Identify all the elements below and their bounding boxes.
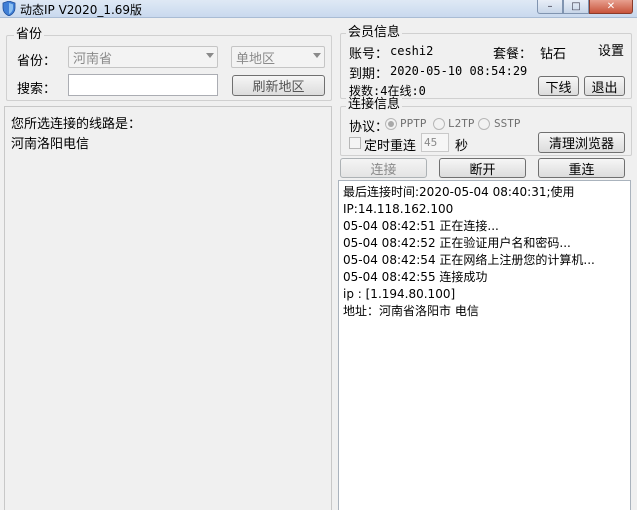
exit-button-label: 退出 bbox=[591, 80, 618, 96]
log-line: 05-04 08:42:55 连接成功 bbox=[343, 270, 488, 284]
protocol-radio-l2tp[interactable] bbox=[433, 118, 445, 130]
reconnect-button-label: 重连 bbox=[568, 162, 595, 178]
log-line: 05-04 08:42:52 正在验证用户名和密码... bbox=[343, 236, 571, 250]
exit-button[interactable]: 退出 bbox=[584, 76, 625, 96]
chevron-down-icon bbox=[206, 53, 214, 58]
log-line: ip : [1.194.80.100] bbox=[343, 287, 456, 301]
log-line: 地址：河南省洛阳市 电信 bbox=[343, 304, 479, 318]
settings-link[interactable]: 设置 bbox=[598, 40, 624, 59]
log-line: 05-04 08:42:54 正在网络上注册您的计算机... bbox=[343, 253, 595, 267]
title-bar[interactable]: 动态IP V2020_1.69版 – □ ✕ bbox=[0, 0, 637, 18]
maximize-icon: □ bbox=[571, 1, 581, 12]
account-label: 账号： bbox=[349, 47, 389, 62]
minimize-button[interactable]: – bbox=[537, 0, 563, 14]
connection-log[interactable]: 最后连接时间:2020-05-04 08:40:31;使用 IP:14.118.… bbox=[338, 180, 631, 510]
shield-app-icon bbox=[2, 1, 16, 16]
refresh-area-button[interactable]: 刷新地区 bbox=[232, 75, 325, 96]
protocol-pptp-label: PPTP bbox=[400, 117, 427, 130]
province-label: 省份： bbox=[17, 54, 57, 69]
protocol-label: 协议： bbox=[349, 120, 389, 135]
connection-group-label: 连接信息 bbox=[346, 97, 403, 112]
route-value: 河南洛阳电信 bbox=[11, 137, 90, 152]
connect-button[interactable]: 连接 bbox=[340, 158, 427, 178]
plan-label: 套餐： bbox=[493, 47, 533, 62]
log-lines: 最后连接时间:2020-05-04 08:40:31;使用 IP:14.118.… bbox=[339, 181, 630, 320]
window-title: 动态IP V2020_1.69版 bbox=[20, 3, 143, 17]
log-line: 05-04 08:42:51 正在连接... bbox=[343, 219, 499, 233]
minimize-icon: – bbox=[547, 1, 553, 12]
offline-button[interactable]: 下线 bbox=[538, 76, 579, 96]
route-panel bbox=[4, 106, 332, 510]
protocol-sstp-label: SSTP bbox=[494, 117, 521, 130]
expire-value: 2020-05-10 08:54:29 bbox=[390, 64, 528, 78]
clear-browser-label: 清理浏览器 bbox=[548, 137, 614, 152]
province-select-value: 河南省 bbox=[73, 51, 113, 67]
maximize-button[interactable]: □ bbox=[563, 0, 589, 14]
connect-button-label: 连接 bbox=[370, 162, 397, 178]
log-line: IP:14.118.162.100 bbox=[343, 202, 454, 216]
timer-reconnect-checkbox[interactable] bbox=[349, 137, 361, 149]
protocol-radio-sstp[interactable] bbox=[478, 118, 490, 130]
window-controls: – □ ✕ bbox=[537, 0, 633, 14]
refresh-area-label: 刷新地区 bbox=[252, 80, 305, 95]
log-line: 最后连接时间:2020-05-04 08:40:31;使用 bbox=[343, 185, 575, 199]
province-select[interactable]: 河南省 bbox=[68, 46, 218, 68]
close-icon: ✕ bbox=[606, 1, 616, 12]
account-value: ceshi2 bbox=[390, 44, 434, 58]
search-input[interactable] bbox=[68, 74, 218, 96]
disconnect-button[interactable]: 断开 bbox=[439, 158, 526, 178]
plan-value: 钻石 bbox=[540, 47, 567, 62]
reconnect-button[interactable]: 重连 bbox=[538, 158, 625, 178]
offline-button-label: 下线 bbox=[545, 80, 572, 96]
province-group-label: 省份 bbox=[14, 27, 45, 42]
member-group-label: 会员信息 bbox=[346, 25, 403, 40]
area-select[interactable]: 单地区 bbox=[231, 46, 325, 68]
protocol-radio-pptp[interactable] bbox=[385, 118, 397, 130]
clear-browser-button[interactable]: 清理浏览器 bbox=[538, 132, 625, 153]
search-label: 搜索： bbox=[17, 82, 57, 97]
timer-unit: 秒 bbox=[455, 139, 469, 154]
close-button[interactable]: ✕ bbox=[589, 0, 633, 14]
area-select-value: 单地区 bbox=[236, 51, 276, 67]
timer-reconnect-label: 定时重连 bbox=[364, 139, 417, 154]
timer-seconds-value: 45 bbox=[424, 136, 438, 149]
expire-label: 到期： bbox=[349, 67, 389, 82]
chevron-down-icon bbox=[313, 53, 321, 58]
route-prompt: 您所选连接的线路是： bbox=[11, 117, 142, 132]
protocol-l2tp-label: L2TP bbox=[448, 117, 475, 130]
timer-seconds-input[interactable]: 45 bbox=[421, 133, 449, 152]
disconnect-button-label: 断开 bbox=[469, 162, 496, 178]
